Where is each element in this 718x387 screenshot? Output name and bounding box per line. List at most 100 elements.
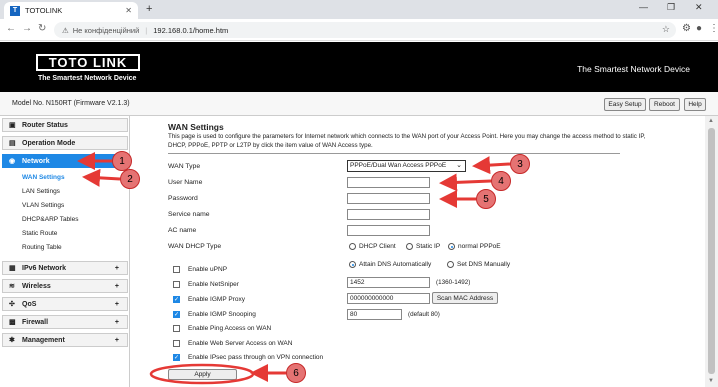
check-netsniper[interactable]: Enable NetSniper bbox=[173, 281, 239, 288]
mtu-input[interactable]: 1452 bbox=[347, 277, 430, 288]
menu-label: Router Status bbox=[22, 121, 68, 129]
page-title: WAN Settings bbox=[168, 122, 224, 132]
radio-normal-pppoe[interactable]: normal PPPoE bbox=[448, 243, 501, 250]
bookmark-star-icon[interactable]: ☆ bbox=[662, 24, 670, 35]
sub-wan-settings[interactable]: WAN Settings bbox=[22, 174, 65, 181]
router-header: TOTO LINK The Smartest Network Device Th… bbox=[0, 42, 718, 92]
radio-dot bbox=[349, 243, 356, 250]
page-description: This page is used to configure the param… bbox=[168, 133, 646, 149]
mode-icon: ▤ bbox=[9, 140, 16, 147]
check-label: Enable uPNP bbox=[188, 266, 228, 273]
logo-slogan: The Smartest Network Device bbox=[38, 75, 137, 82]
checkbox-checked-icon[interactable]: ✓ bbox=[173, 296, 180, 303]
ipv6-icon: ▦ bbox=[9, 265, 16, 272]
firewall-icon: ▩ bbox=[9, 319, 16, 326]
checkbox[interactable] bbox=[173, 325, 180, 332]
radio-label: DHCP Client bbox=[359, 243, 396, 250]
menu-ipv6-network[interactable]: ▦ IPv6 Network + bbox=[2, 261, 128, 275]
menu-network[interactable]: ◉ Network bbox=[2, 154, 128, 168]
service-name-input[interactable] bbox=[347, 209, 430, 220]
check-label: Enable Ping Access on WAN bbox=[188, 325, 272, 332]
menu-label: Wireless bbox=[22, 282, 51, 290]
snooping-note: (default 80) bbox=[408, 311, 440, 318]
user-name-input[interactable] bbox=[347, 177, 430, 188]
checkbox-checked-icon[interactable]: ✓ bbox=[173, 311, 180, 318]
model-number: Model No. N150RT (Firmware V2.1.3) bbox=[12, 100, 130, 107]
menu-wireless[interactable]: ≋ Wireless + bbox=[2, 279, 128, 293]
back-icon[interactable]: ← bbox=[6, 23, 16, 34]
divider bbox=[168, 153, 620, 154]
easy-setup-button[interactable]: Easy Setup bbox=[604, 98, 646, 111]
sub-lan-settings[interactable]: LAN Settings bbox=[22, 188, 60, 195]
scan-mac-button[interactable]: Scan MAC Address bbox=[432, 292, 498, 304]
sub-vlan-settings[interactable]: VLAN Settings bbox=[22, 202, 64, 209]
new-tab-icon[interactable]: + bbox=[146, 3, 152, 15]
check-igmp-snooping[interactable]: ✓ Enable IGMP Snooping bbox=[173, 311, 256, 318]
checkbox-checked-icon[interactable]: ✓ bbox=[173, 354, 180, 361]
apply-button[interactable]: Apply bbox=[168, 369, 237, 380]
menu-label: Firewall bbox=[22, 318, 49, 326]
ac-name-input[interactable] bbox=[347, 225, 430, 236]
radio-dot bbox=[349, 261, 356, 268]
profile-icon[interactable]: ● bbox=[696, 23, 702, 34]
not-secure-icon: ⚠ bbox=[62, 25, 69, 35]
sub-static-route[interactable]: Static Route bbox=[22, 230, 57, 237]
menu-label: IPv6 Network bbox=[22, 264, 66, 272]
ac-name-label: AC name bbox=[168, 227, 197, 234]
radio-attain-dns[interactable]: Attain DNS Automatically bbox=[349, 261, 431, 268]
wan-type-value: PPPoE/Dual Wan Access PPPoE bbox=[350, 162, 447, 169]
browser-tab[interactable]: T TOTOLINK ✕ bbox=[4, 2, 138, 19]
close-tab-icon[interactable]: ✕ bbox=[125, 6, 132, 15]
menu-firewall[interactable]: ▩ Firewall + bbox=[2, 315, 128, 329]
forward-icon[interactable]: → bbox=[22, 23, 32, 34]
wan-type-label: WAN Type bbox=[168, 163, 201, 170]
totolink-favicon-icon: T bbox=[10, 5, 20, 16]
mac-input[interactable]: 000000000000 bbox=[347, 293, 430, 304]
window-close-icon[interactable]: ✕ bbox=[695, 2, 703, 13]
radio-static-ip[interactable]: Static IP bbox=[406, 243, 440, 250]
url-divider: | bbox=[145, 25, 148, 35]
menu-kebab-icon[interactable]: ⋮ bbox=[709, 23, 718, 34]
restore-icon[interactable]: ❐ bbox=[667, 2, 675, 13]
expand-icon: + bbox=[114, 300, 119, 308]
radio-dhcp-client[interactable]: DHCP Client bbox=[349, 243, 396, 250]
radio-set-dns[interactable]: Set DNS Manually bbox=[447, 261, 510, 268]
menu-router-status[interactable]: ▣ Router Status bbox=[2, 118, 128, 132]
check-ping-wan[interactable]: Enable Ping Access on WAN bbox=[173, 325, 271, 332]
snooping-input[interactable]: 80 bbox=[347, 309, 402, 320]
expand-icon: + bbox=[114, 282, 119, 290]
password-input[interactable] bbox=[347, 193, 430, 204]
check-web-wan[interactable]: Enable Web Server Access on WAN bbox=[173, 340, 292, 347]
menu-label: Network bbox=[22, 157, 50, 165]
menu-operation-mode[interactable]: ▤ Operation Mode bbox=[2, 136, 128, 150]
scroll-down-icon[interactable]: ▼ bbox=[708, 378, 714, 384]
scrollbar[interactable]: ▲ ▼ bbox=[705, 116, 718, 387]
menu-label: Operation Mode bbox=[22, 139, 76, 147]
scroll-thumb[interactable] bbox=[708, 128, 715, 374]
check-igmp-proxy[interactable]: ✓ Enable IGMP Proxy bbox=[173, 296, 245, 303]
check-ipsec[interactable]: ✓ Enable IPsec pass through on VPN conne… bbox=[173, 354, 323, 361]
url-field[interactable]: ⚠ Не конфіденційний | 192.168.0.1/home.h… bbox=[54, 22, 676, 38]
annotation-badge-5: 5 bbox=[476, 189, 496, 209]
checkbox[interactable] bbox=[173, 340, 180, 347]
wan-type-select[interactable]: PPPoE/Dual Wan Access PPPoE ⌄ bbox=[347, 160, 466, 172]
check-upnp[interactable]: Enable uPNP bbox=[173, 266, 227, 273]
reboot-button[interactable]: Reboot bbox=[649, 98, 680, 111]
scroll-up-icon[interactable]: ▲ bbox=[708, 118, 714, 124]
menu-qos[interactable]: ✣ QoS + bbox=[2, 297, 128, 311]
sub-routing-table[interactable]: Routing Table bbox=[22, 244, 62, 251]
help-button[interactable]: Help bbox=[684, 98, 706, 111]
annotation-badge-3: 3 bbox=[510, 154, 530, 174]
radio-dot bbox=[448, 243, 455, 250]
menu-management[interactable]: ✱ Management + bbox=[2, 333, 128, 347]
checkbox[interactable] bbox=[173, 281, 180, 288]
chevron-down-icon: ⌄ bbox=[456, 162, 462, 169]
check-label: Enable NetSniper bbox=[188, 281, 239, 288]
extensions-icon[interactable]: ⚙ bbox=[682, 23, 691, 34]
sub-dhcp-arp-tables[interactable]: DHCP&ARP Tables bbox=[22, 216, 78, 223]
reload-icon[interactable]: ↻ bbox=[38, 23, 46, 34]
check-label: Enable IGMP Snooping bbox=[188, 311, 256, 318]
minimize-icon[interactable]: — bbox=[639, 2, 648, 12]
radio-label: normal PPPoE bbox=[458, 243, 501, 250]
checkbox[interactable] bbox=[173, 266, 180, 273]
